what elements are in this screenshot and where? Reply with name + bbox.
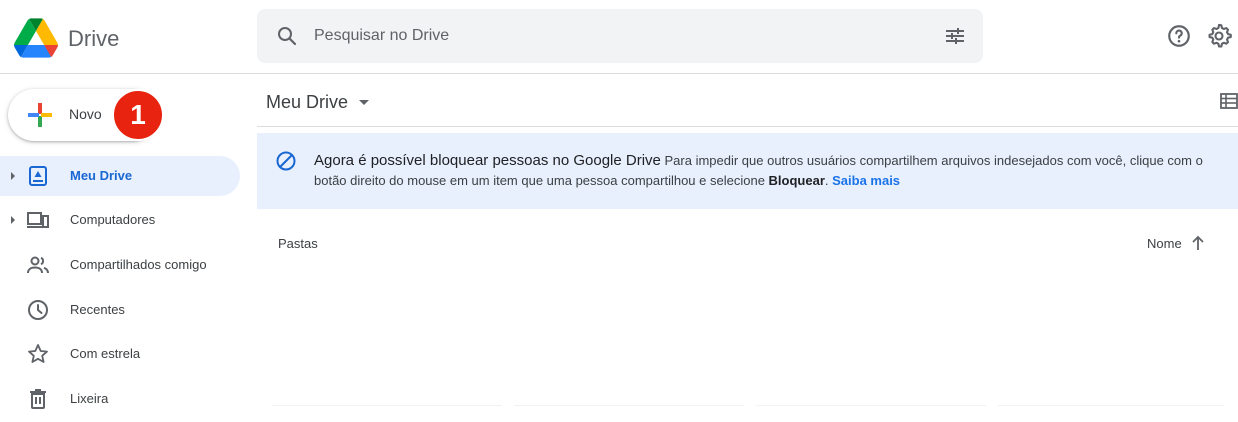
learn-more-link[interactable]: Saiba mais	[832, 173, 900, 188]
caret-down-icon[interactable]	[359, 100, 369, 106]
search-icon[interactable]	[275, 24, 299, 48]
shared-icon	[27, 256, 49, 274]
computers-icon	[27, 212, 49, 228]
sidebar-item-shared[interactable]: Compartilhados comigo	[0, 245, 240, 285]
step-badge: 1	[112, 89, 164, 141]
tune-icon[interactable]	[943, 24, 967, 48]
arrow-up-icon[interactable]	[1189, 234, 1207, 252]
main-title-row: Meu Drive	[257, 82, 1238, 124]
sidebar-item-trash[interactable]: Lixeira	[0, 379, 240, 419]
block-icon	[276, 151, 296, 171]
banner-bold: Bloquear	[768, 173, 825, 188]
banner-title: Agora é possível bloquear pessoas no Goo…	[314, 152, 661, 169]
divider	[257, 126, 1238, 127]
folder-card-edge	[998, 405, 1224, 406]
search-input[interactable]	[314, 24, 874, 48]
trash-icon	[30, 389, 46, 409]
sidebar-item-label: Com estrela	[70, 346, 141, 361]
sidebar-item-starred[interactable]: Com estrela	[0, 334, 240, 374]
help-icon[interactable]	[1166, 23, 1192, 49]
sidebar-item-label: Computadores	[70, 212, 156, 227]
list-view-icon[interactable]	[1219, 91, 1238, 111]
clock-icon	[28, 300, 48, 320]
banner-text: Agora é possível bloquear pessoas no Goo…	[314, 151, 1232, 191]
plus-icon	[28, 103, 52, 127]
star-icon	[28, 344, 48, 363]
sidebar-item-label: Lixeira	[70, 391, 109, 406]
app-name[interactable]: Drive	[68, 26, 119, 52]
settings-icon[interactable]	[1205, 22, 1233, 50]
page-title[interactable]: Meu Drive	[266, 92, 348, 113]
sort-by-name[interactable]: Nome	[1147, 236, 1182, 251]
folder-card-edge	[272, 405, 502, 406]
sidebar-item-label: Meu Drive	[70, 168, 133, 183]
info-banner: Agora é possível bloquear pessoas no Goo…	[257, 133, 1238, 209]
new-button-label: Novo	[69, 106, 102, 122]
folder-card-edge	[756, 405, 986, 406]
drive-window: Drive Pesquisar no Drive Novo 1 Meu Driv…	[0, 0, 1238, 422]
folders-grid	[272, 268, 1224, 406]
expand-arrow-icon[interactable]	[9, 170, 17, 182]
expand-arrow-icon[interactable]	[9, 214, 17, 226]
top-bar: Drive	[0, 0, 1238, 74]
sidebar-item-label: Recentes	[70, 302, 125, 317]
sidebar-item-computers[interactable]: Computadores	[0, 200, 240, 240]
drive-logo-icon	[14, 18, 58, 58]
drive-logo[interactable]	[14, 18, 58, 58]
my-drive-icon	[29, 166, 47, 186]
section-label-folders: Pastas	[278, 236, 318, 251]
sidebar-item-my-drive[interactable]: Meu Drive	[0, 156, 240, 196]
folder-card-edge	[514, 405, 744, 406]
sidebar-item-recent[interactable]: Recentes	[0, 290, 240, 330]
sidebar-item-label: Compartilhados comigo	[70, 257, 207, 272]
search-bar[interactable]	[257, 9, 983, 63]
